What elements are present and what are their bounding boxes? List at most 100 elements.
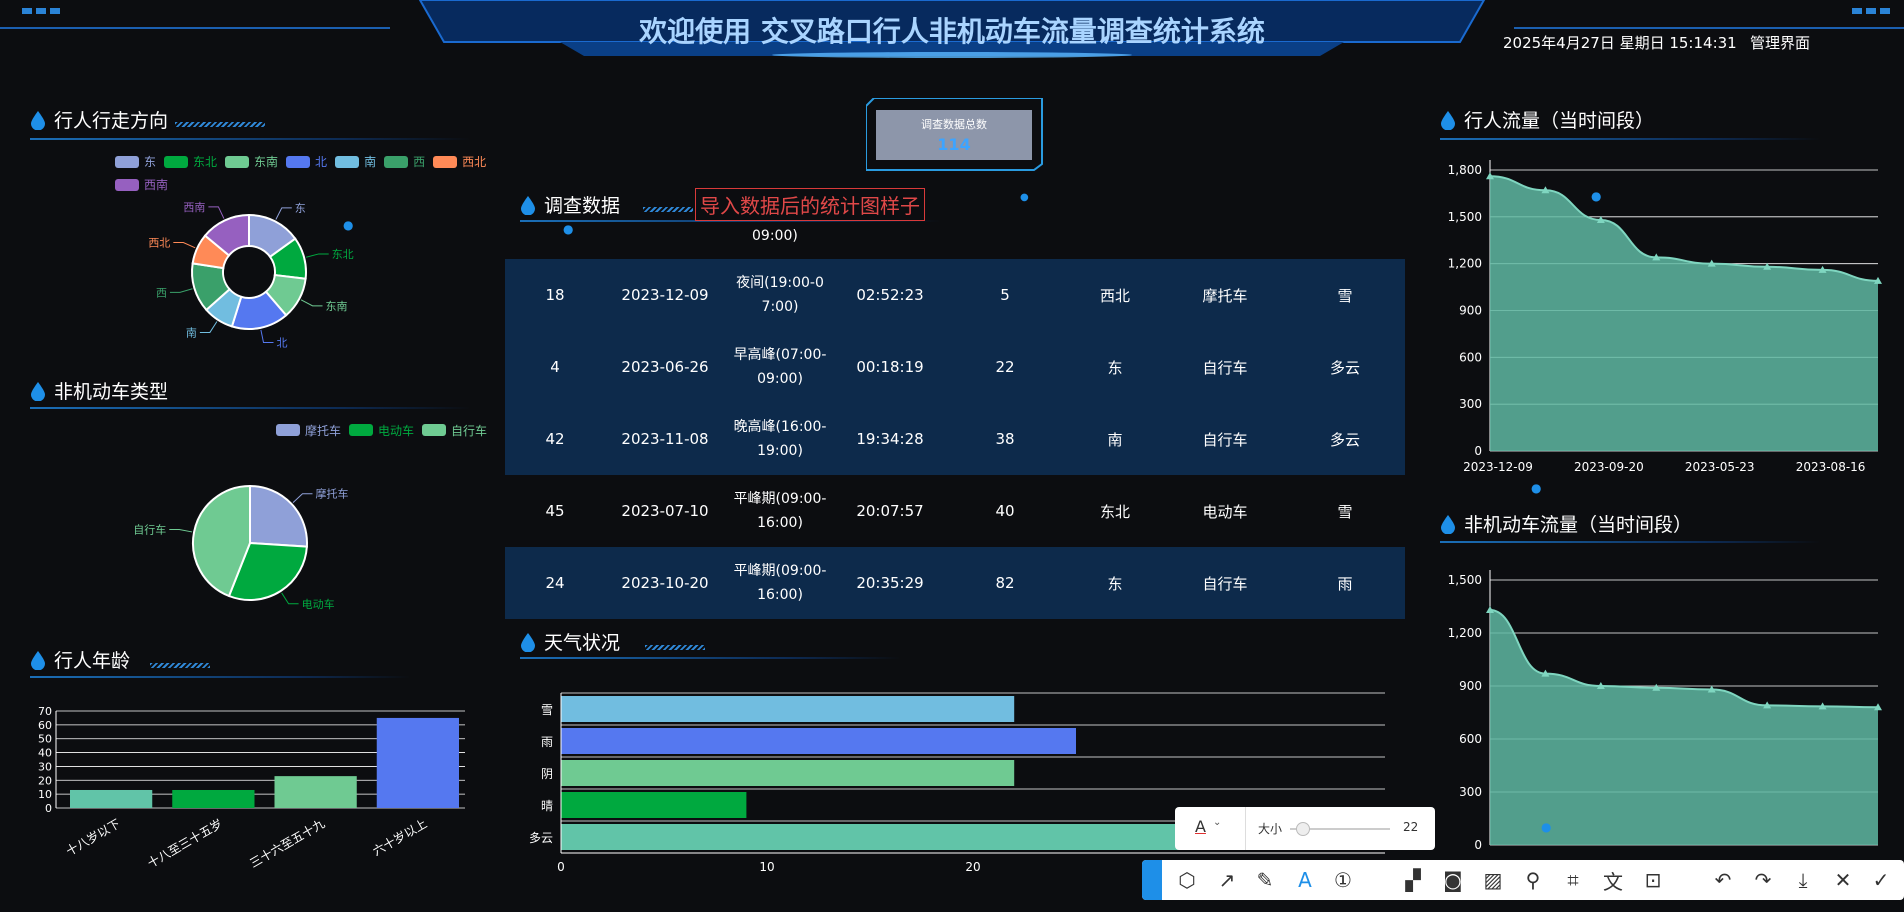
ocr-icon[interactable]: ⊡: [1638, 860, 1668, 900]
partial-row-text: 09:00): [752, 228, 798, 244]
pie-leader-line: [208, 206, 225, 219]
water-drop-icon: ●: [1541, 820, 1552, 834]
confirm-icon[interactable]: ✓: [1866, 860, 1896, 900]
arrow-icon[interactable]: ↗: [1212, 860, 1242, 900]
legend-label: 东南: [254, 155, 279, 169]
category-label: 六十岁以上: [370, 816, 429, 859]
pin-icon[interactable]: [1142, 860, 1162, 900]
datetime: 2025年4月27日 星期日 15:14:31: [1503, 34, 1737, 52]
bar: [70, 789, 153, 808]
legend-label: 自行车: [451, 423, 488, 438]
number-icon[interactable]: ①: [1328, 860, 1358, 900]
water-drop-icon: [521, 195, 535, 215]
table-row[interactable]: 18 2023-12-09 夜间(19:00-0 7:00) 02:52:23 5 西北 摩托…: [505, 259, 1405, 331]
area-fill: [1490, 610, 1878, 845]
table-cell: 82: [995, 574, 1015, 592]
legend-item[interactable]: 东: [115, 151, 156, 173]
tick-label: 30: [38, 760, 52, 773]
pie-leader-line: [292, 493, 313, 503]
close-icon[interactable]: ✕: [1828, 860, 1858, 900]
table-row[interactable]: 4 2023-06-26 早高峰(07:00- 09:00) 00:18:19 22 东 自行…: [505, 331, 1405, 403]
ped-flow-title: 行人流量（当时间段）: [1440, 106, 1654, 133]
legend-item[interactable]: 西南: [115, 174, 168, 196]
pie-label: 东南: [326, 300, 348, 313]
legend-item[interactable]: 自行车: [422, 422, 487, 439]
pie-leader-line: [199, 321, 218, 333]
text-icon[interactable]: A: [1290, 860, 1320, 900]
size-slider-handle[interactable]: [1296, 822, 1310, 836]
table-cell: 摩托车: [1202, 286, 1248, 305]
legend-swatch: [422, 424, 447, 436]
table-cell: 多云: [1329, 358, 1360, 377]
tick-label: 2023-08-16: [1796, 460, 1866, 474]
tick-label: 900: [1459, 304, 1482, 318]
legend-item[interactable]: 摩托车: [276, 422, 341, 439]
direction-donut-chart: 东东北东南北 南 西 西北 西南: [148, 201, 353, 350]
shape-icon[interactable]: ⬡: [1172, 860, 1202, 900]
table-row[interactable]: 45 2023-07-10 平峰期(09:00- 16:00) 20:07:57 40 东北…: [505, 475, 1405, 547]
pie-leader-line: [169, 529, 193, 533]
pie-slice: [249, 484, 308, 548]
tick-label: 600: [1459, 732, 1482, 746]
bar: [561, 696, 1015, 722]
table-row[interactable]: 42 2023-11-08 晚高峰(16:00- 19:00) 19:34:28 38 南 自…: [505, 403, 1405, 475]
pie-leader-line: [173, 241, 196, 249]
legend-item[interactable]: 西北: [433, 151, 486, 173]
weather-title: 天气状况: [520, 628, 620, 655]
direction-legend: 东 东北 东南 北 南 西 西北西南: [115, 151, 495, 197]
category-label: 十八至三十五岁: [145, 816, 225, 871]
pin-top-icon[interactable]: ⚲: [1518, 860, 1548, 900]
tick-label: 1,200: [1448, 257, 1482, 271]
tick-label: 60: [38, 719, 52, 732]
blur-icon[interactable]: ◙: [1438, 860, 1468, 900]
water-drop-icon: [521, 632, 535, 652]
pie-label: 摩托车: [315, 487, 348, 501]
table-cell: 西北: [1099, 286, 1130, 305]
table-cell: 20:35:29: [856, 574, 924, 592]
age-bar-chart: 010203040506070 十八岁以下 十八至三十五岁 三十六至五十九 六十岁以上: [38, 705, 465, 871]
admin-link[interactable]: 管理界面: [1750, 32, 1810, 53]
undo-icon[interactable]: ↶: [1708, 860, 1738, 900]
tick-label: 300: [1459, 785, 1482, 799]
pattern-icon[interactable]: ▨: [1478, 860, 1508, 900]
table-cell: 38: [995, 430, 1015, 448]
pie-label: 西: [156, 286, 167, 299]
table-cell: 40: [995, 502, 1015, 520]
water-drop-icon: [31, 381, 45, 401]
legend-item[interactable]: 北: [286, 151, 327, 173]
size-value: 22: [1403, 820, 1419, 834]
chevron-down-icon[interactable]: ⌄: [1213, 817, 1221, 828]
tick-label: 40: [38, 747, 52, 760]
table-cell: 4: [550, 358, 560, 376]
pie-label: 自行车: [133, 523, 166, 537]
table-cell: 02:52:23: [856, 286, 924, 304]
download-icon[interactable]: ⤓: [1788, 860, 1818, 900]
cell-period: 晚高峰(16:00- 19:00): [733, 419, 827, 459]
legend-item[interactable]: 南: [335, 151, 376, 173]
font-color-button[interactable]: A: [1195, 817, 1206, 836]
scan-icon[interactable]: ⌗: [1558, 860, 1588, 900]
bar: [561, 760, 1015, 786]
legend-item[interactable]: 西: [384, 151, 425, 173]
legend-item[interactable]: 电动车: [349, 422, 414, 439]
tick-label: 1,500: [1448, 210, 1482, 224]
legend-item[interactable]: 东南: [225, 151, 278, 173]
translate-icon[interactable]: 文: [1598, 860, 1628, 900]
mosaic-icon[interactable]: ▞: [1398, 860, 1428, 900]
legend-item[interactable]: 东北: [164, 151, 217, 173]
pen-icon[interactable]: ✎: [1250, 860, 1280, 900]
pie-label: 北: [276, 337, 287, 350]
tick-label: 0: [45, 802, 52, 815]
table-row[interactable]: 24 2023-10-20 平峰期(09:00- 16:00) 20:35:29 82 东 自…: [505, 547, 1405, 619]
tick-label: 20: [38, 774, 52, 787]
redo-icon[interactable]: ↷: [1748, 860, 1778, 900]
legend-swatch: [225, 156, 250, 168]
table-cell: 00:18:19: [856, 358, 924, 376]
ped-flow-area-chart: 0 300 600 900 1,200 1,500 1,800 2023-12-09 2023-…: [1448, 160, 1882, 474]
water-drop-icon: [1441, 514, 1455, 534]
pie-leader-line: [275, 207, 292, 220]
tick-label: 50: [38, 733, 52, 746]
legend-label: 东: [144, 155, 157, 169]
table-cell: 2023-11-08: [621, 430, 709, 448]
table-cell: 2023-12-09: [621, 286, 709, 304]
